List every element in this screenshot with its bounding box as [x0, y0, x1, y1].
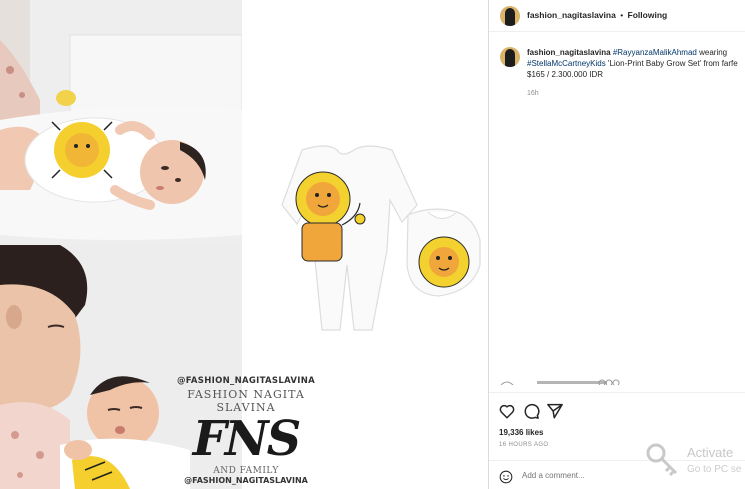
post-sidebar: fashion_nagitaslavina • Following fashio…	[489, 0, 745, 489]
post-actions	[489, 392, 745, 432]
watermark-handle-bottom: @FASHION_NAGITASLAVINA	[184, 476, 308, 485]
hashtag-link[interactable]: #StellaMcCartneyKids	[527, 59, 606, 68]
watermark: @FASHION_NAGITASLAVINA FASHION NAGITA SL…	[176, 376, 316, 485]
activation-subtitle: Go to PC se	[687, 464, 742, 475]
caption-price: $165 / 2.300.000 IDR	[527, 70, 604, 79]
post-time-ago: 16 HOURS AGO	[499, 442, 549, 448]
header-separator: •	[620, 10, 624, 20]
instagram-post-window: @FASHION_NAGITASLAVINA FASHION NAGITA SL…	[0, 0, 745, 489]
comment-icon[interactable]	[522, 402, 540, 420]
post-header: fashion_nagitaslavina • Following	[489, 0, 745, 32]
baby-photo-top	[0, 0, 242, 245]
caption-text: wearing	[696, 48, 728, 57]
windows-activation-notice: Activate Go to PC se	[645, 440, 745, 484]
caption-avatar[interactable]	[500, 47, 520, 67]
send-icon[interactable]	[546, 402, 564, 420]
header-username[interactable]: fashion_nagitaslavina	[527, 10, 616, 20]
emoji-icon[interactable]	[499, 470, 513, 484]
comment-input[interactable]	[522, 471, 662, 480]
post-caption: fashion_nagitaslavina #RayyanzaMalikAhma…	[527, 47, 745, 80]
activation-title: Activate	[687, 445, 734, 460]
watermark-logo: FNS	[192, 411, 302, 467]
post-media[interactable]: @FASHION_NAGITASLAVINA FASHION NAGITA SL…	[0, 0, 490, 489]
caption-line-2: #StellaMcCartneyKids 'Lion-Print Baby Gr…	[527, 58, 745, 69]
scrolled-comment-remnant	[497, 379, 737, 385]
caption-username[interactable]: fashion_nagitaslavina	[527, 48, 611, 57]
likes-count[interactable]: 19,336 likes	[499, 428, 543, 437]
header-user-line: fashion_nagitaslavina • Following	[527, 10, 667, 20]
caption-text: 'Lion-Print Baby Grow Set' from farfe	[605, 59, 738, 68]
baby-photo-top-illustration	[0, 0, 242, 245]
watermark-handle-top: @FASHION_NAGITASLAVINA	[176, 376, 316, 386]
following-button[interactable]: Following	[628, 10, 668, 20]
caption-timestamp: 16h	[527, 90, 539, 97]
caption-line-1: fashion_nagitaslavina #RayyanzaMalikAhma…	[527, 47, 745, 58]
cropped-comment-icon	[500, 379, 620, 385]
watermark-family: AND FAMILY	[213, 466, 279, 476]
avatar[interactable]	[500, 6, 520, 26]
key-icon	[646, 443, 678, 477]
heart-icon[interactable]	[498, 402, 516, 420]
hashtag-link[interactable]: #RayyanzaMalikAhmad	[613, 48, 697, 57]
